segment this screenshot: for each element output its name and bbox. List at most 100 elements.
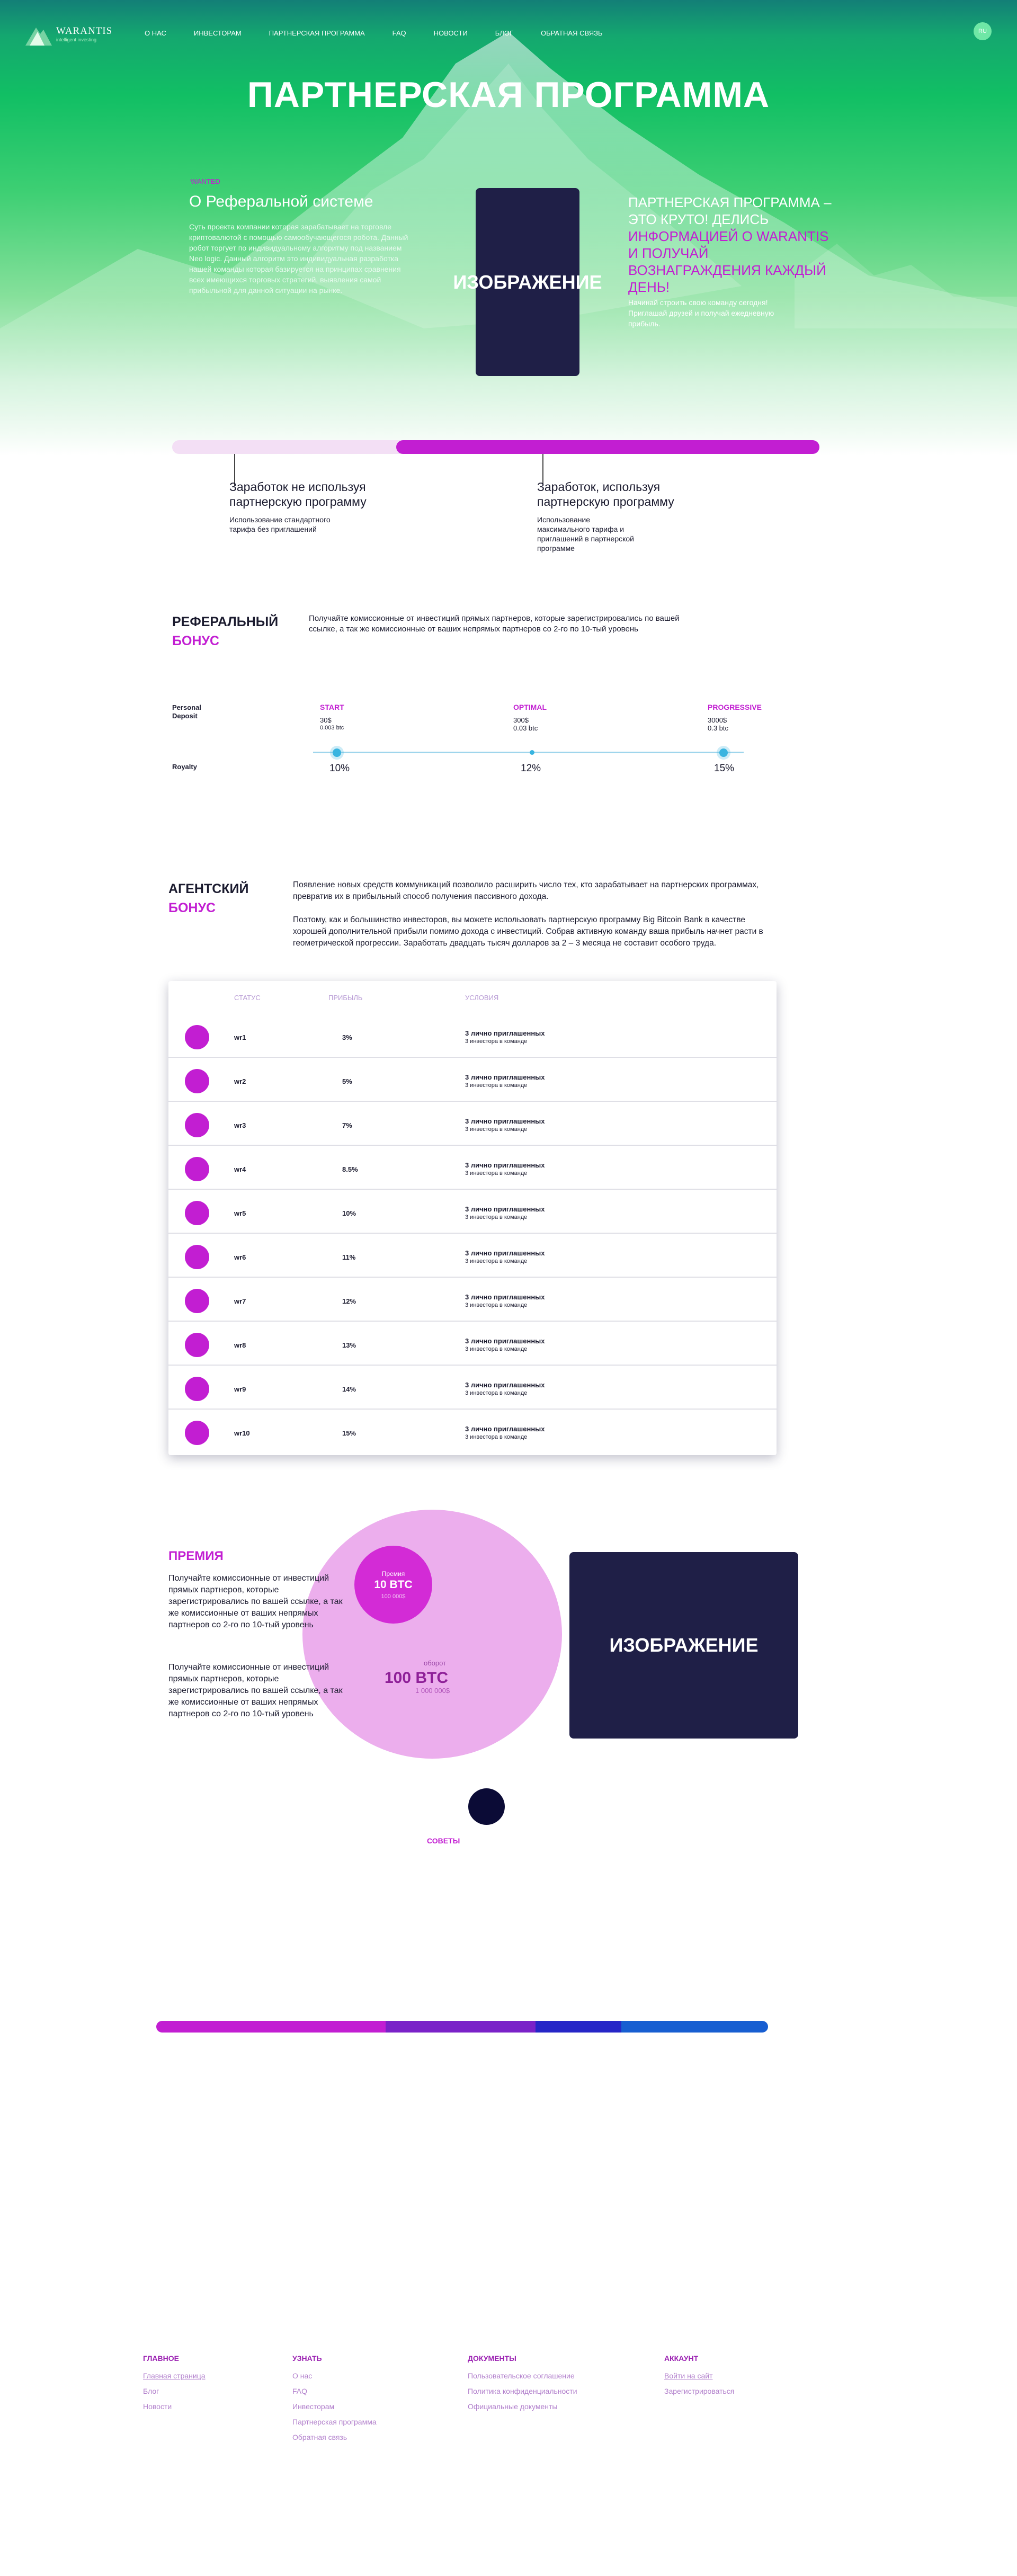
table-row: wr5 10% 3 лично приглашенных 3 инвестора в … bbox=[168, 1190, 777, 1234]
footer-link-register[interactable]: Зарегистрироваться bbox=[664, 2387, 734, 2395]
footer-col-docs-title: ДОКУМЕНТЫ bbox=[468, 2354, 516, 2363]
agent-text-1: Появление новых средств коммуникаций поз… bbox=[293, 880, 759, 901]
royalty-label: Royalty bbox=[172, 763, 197, 771]
referral-title-line1: РЕФЕРАЛЬНЫЙ bbox=[172, 614, 279, 629]
nav-about[interactable]: О НАС bbox=[145, 29, 166, 37]
nav-news[interactable]: НОВОСТИ bbox=[434, 29, 468, 37]
footer-link-faq[interactable]: FAQ bbox=[292, 2387, 307, 2395]
status-circle-icon bbox=[185, 1421, 209, 1445]
footer-link-feedback[interactable]: Обратная связь bbox=[292, 2433, 347, 2441]
referral-title-line2: БОНУС bbox=[172, 634, 220, 648]
nav-faq[interactable]: FAQ bbox=[392, 29, 406, 37]
status-circle-icon bbox=[185, 1157, 209, 1181]
tips-toggle-dot[interactable] bbox=[468, 1788, 505, 1825]
row-status: wr4 bbox=[234, 1165, 246, 1173]
partner-heading: ПАРТНЕРСКАЯ ПРОГРАММА – ЭТО КРУТО! ДЕЛИС… bbox=[628, 194, 840, 296]
row-condition-invited: 3 лично приглашенных bbox=[465, 1205, 545, 1213]
status-circle-icon bbox=[185, 1333, 209, 1357]
bar-segment bbox=[621, 2021, 768, 2033]
bonus-label: Премия bbox=[381, 1570, 405, 1577]
page-title: ПАРТНЕРСКАЯ ПРОГРАММА bbox=[247, 75, 770, 115]
row-profit: 3% bbox=[342, 1033, 352, 1041]
referral-text: Получайте комиссионные от инвестиций пря… bbox=[309, 614, 680, 634]
partner-text: Начинай строить свою команду сегодня! Пр… bbox=[628, 298, 774, 328]
personal-deposit-label: Personal Deposit bbox=[172, 703, 201, 720]
table-row: wr9 14% 3 лично приглашенных 3 инвестора в … bbox=[168, 1366, 777, 1410]
agent-status-table: СТАТУС ПРИБЫЛЬ УСЛОВИЯ wr1 3% 3 лично приг… bbox=[168, 981, 777, 1455]
footer-link-privacy[interactable]: Политика конфиденциальности bbox=[468, 2387, 577, 2395]
tariff-start-btc: 0.003 btc bbox=[320, 725, 344, 731]
tariff-start-name: START bbox=[320, 703, 344, 711]
footer-link-partner-program[interactable]: Партнерская программа bbox=[292, 2418, 377, 2426]
row-profit: 10% bbox=[342, 1209, 356, 1217]
referral-title: РЕФЕРАЛЬНЫЙ БОНУС bbox=[172, 612, 278, 650]
footer-link-login[interactable]: Войти на сайт bbox=[664, 2372, 713, 2380]
agent-title-line1: АГЕНТСКИЙ bbox=[168, 881, 249, 896]
row-condition-invited: 3 лично приглашенных bbox=[465, 1073, 545, 1081]
footer-col-account-title: АККАУНТ bbox=[664, 2354, 699, 2363]
footer-link-official-docs[interactable]: Официальные документы bbox=[468, 2402, 557, 2411]
tariff-progressive-usd: 3000$ bbox=[708, 716, 727, 724]
nav-feedback[interactable]: ОБРАТНАЯ СВЯЗЬ bbox=[541, 29, 603, 37]
earnings-right-text: Использование максимального тарифа и при… bbox=[537, 515, 634, 552]
row-profit: 11% bbox=[342, 1253, 356, 1261]
footer-link-about[interactable]: О нас bbox=[292, 2372, 312, 2380]
footer-link-user-agreement[interactable]: Пользовательское соглашение bbox=[468, 2372, 575, 2380]
nav-investors[interactable]: ИНВЕСТОРАМ bbox=[194, 29, 242, 37]
row-condition-investors: 3 инвестора в команде bbox=[465, 1038, 528, 1045]
row-profit: 14% bbox=[342, 1385, 356, 1393]
row-status: wr9 bbox=[234, 1385, 246, 1393]
agent-title: АГЕНТСКИЙ БОНУС bbox=[168, 879, 248, 917]
tariff-progressive-name: PROGRESSIVE bbox=[708, 703, 762, 711]
premium-text-1: Получайте комиссионные от инвестиций пря… bbox=[168, 1574, 343, 1629]
agent-title-line2: БОНУС bbox=[168, 901, 216, 915]
row-condition-investors: 3 инвестора в команде bbox=[465, 1170, 528, 1176]
table-header-conditions: УСЛОВИЯ bbox=[465, 994, 499, 1002]
turnover-circle bbox=[302, 1510, 562, 1759]
earnings-progress-fill bbox=[396, 440, 819, 454]
nav-partner-program[interactable]: ПАРТНЕРСКАЯ ПРОГРАММА bbox=[269, 29, 365, 37]
logo-name: WARANTIS bbox=[56, 25, 113, 37]
row-condition-investors: 3 инвестора в команде bbox=[465, 1082, 528, 1089]
footer-link-blog[interactable]: Блог bbox=[143, 2387, 159, 2395]
about-tag: WANTED bbox=[191, 177, 220, 185]
row-condition-investors: 3 инвестора в команде bbox=[465, 1434, 528, 1440]
row-profit: 8.5% bbox=[342, 1165, 358, 1173]
row-condition-investors: 3 инвестора в команде bbox=[465, 1214, 528, 1220]
footer-col-learn-title: УЗНАТЬ bbox=[292, 2354, 322, 2363]
premium-title: ПРЕМИЯ bbox=[168, 1547, 224, 1566]
main-nav: О НАС ИНВЕСТОРАМ ПАРТНЕРСКАЯ ПРОГРАММА F… bbox=[145, 29, 630, 37]
row-condition-invited: 3 лично приглашенных bbox=[465, 1425, 545, 1433]
tariff-slider-knob-start[interactable] bbox=[333, 748, 341, 757]
footer-link-investors[interactable]: Инвесторам bbox=[292, 2402, 334, 2411]
royalty-progressive: 15% bbox=[714, 763, 735, 774]
row-status: wr8 bbox=[234, 1341, 246, 1349]
row-profit: 15% bbox=[342, 1429, 356, 1437]
bar-segment bbox=[156, 2021, 386, 2033]
tariff-slider-knob-progressive[interactable] bbox=[719, 748, 728, 757]
nav-blog[interactable]: БЛОГ bbox=[495, 29, 513, 37]
hero-image-placeholder: ИЗОБРАЖЕНИЕ bbox=[453, 188, 602, 376]
bonus-usd: 100 000$ bbox=[381, 1593, 406, 1600]
premium-image-placeholder: ИЗОБРАЖЕНИЕ bbox=[569, 1552, 798, 1739]
row-profit: 13% bbox=[342, 1341, 356, 1349]
table-row: wr3 7% 3 лично приглашенных 3 инвестора в к… bbox=[168, 1102, 777, 1146]
footer-link-news[interactable]: Новости bbox=[143, 2402, 172, 2411]
tips-label[interactable]: СОВЕТЫ bbox=[427, 1837, 460, 1845]
row-status: wr6 bbox=[234, 1253, 246, 1261]
logo[interactable]: WARANTIS intelligent investing bbox=[24, 21, 125, 48]
footer-link-home[interactable]: Главная страница bbox=[143, 2372, 206, 2380]
tariff-slider-track bbox=[313, 752, 744, 753]
language-switch[interactable]: RU bbox=[974, 22, 992, 40]
row-profit: 12% bbox=[342, 1297, 356, 1305]
agent-text-2: Поэтому, как и большинство инвесторов, в… bbox=[293, 915, 763, 948]
row-status: wr7 bbox=[234, 1297, 246, 1305]
tariff-optimal-btc: 0.03 btc bbox=[513, 724, 538, 732]
tariff-progressive-btc: 0.3 btc bbox=[708, 724, 729, 732]
bar-segment bbox=[386, 2021, 536, 2033]
row-condition-investors: 3 инвестора в команде bbox=[465, 1390, 528, 1396]
partner-heading-accent: ИНФОРМАЦИЕЙ О WARANTIS И ПОЛУЧАЙ ВОЗНАГР… bbox=[628, 228, 829, 295]
tariff-slider-knob-optimal[interactable] bbox=[530, 750, 534, 755]
status-circle-icon bbox=[185, 1377, 209, 1401]
table-row: wr6 11% 3 лично приглашенных 3 инвестора в … bbox=[168, 1234, 777, 1278]
